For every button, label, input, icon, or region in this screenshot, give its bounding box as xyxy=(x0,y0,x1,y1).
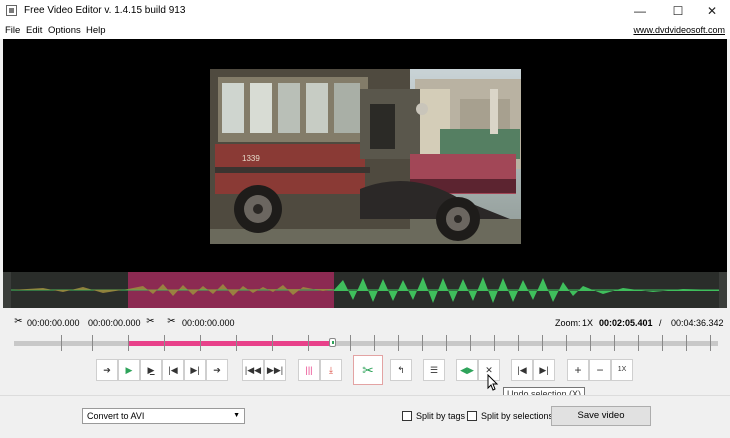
zoom-label: Zoom: xyxy=(555,318,581,328)
play-icon[interactable]: ▶ xyxy=(118,359,140,381)
timeline-tick xyxy=(92,335,93,351)
menu-file[interactable]: File xyxy=(5,25,20,36)
jump-end-icon[interactable]: ▶| xyxy=(533,359,555,381)
format-select[interactable]: Convert to AVI ▼ xyxy=(82,408,245,424)
split-by-selections-checkbox[interactable] xyxy=(467,411,477,421)
audio-waveform[interactable] xyxy=(3,272,727,308)
cut-marker-icon[interactable]: ✂ xyxy=(166,316,177,328)
menu-bar: File Edit Options Help www.dvdvideosoft.… xyxy=(0,22,730,39)
video-frame: 1339 xyxy=(210,69,521,244)
split-markers-icon[interactable]: ||| xyxy=(298,359,320,381)
split-by-tags-label: Split by tags xyxy=(416,411,466,421)
go-to-end-icon[interactable]: ▶▶| xyxy=(264,359,286,381)
menu-edit[interactable]: Edit xyxy=(26,25,42,36)
timeline-tick xyxy=(566,335,567,351)
timeline-tick xyxy=(374,335,375,351)
timeline-selection xyxy=(128,341,332,346)
mouse-cursor-icon xyxy=(487,374,499,391)
selection-end-time: 00:00:00.000 xyxy=(88,318,141,328)
timeline-tick xyxy=(398,335,399,351)
selection-start-time: 00:00:00.000 xyxy=(27,318,80,328)
time-info-row: ✂ 00:00:00.000 00:00:00.000 ✂ ✂ 00:00:00… xyxy=(0,314,730,332)
menu-options[interactable]: Options xyxy=(48,25,81,36)
timeline-tick xyxy=(470,335,471,351)
timeline-tick xyxy=(710,335,711,351)
download-marker-icon[interactable]: ⤓ xyxy=(320,359,342,381)
timeline-tick xyxy=(518,335,519,351)
jump-start-icon[interactable]: |◀ xyxy=(511,359,533,381)
settings-icon[interactable]: ☰ xyxy=(423,359,445,381)
next-frame-icon[interactable]: ▶| xyxy=(184,359,206,381)
split-by-tags-checkbox[interactable] xyxy=(402,411,412,421)
maximize-button[interactable]: ☐ xyxy=(660,0,696,22)
time-separator: / xyxy=(659,318,662,328)
playhead-handle[interactable] xyxy=(329,338,336,347)
timeline-tick xyxy=(542,335,543,351)
timeline-tick xyxy=(422,335,423,351)
arrow-right-icon[interactable]: ➔ xyxy=(206,359,228,381)
go-to-start-icon[interactable]: |◀◀ xyxy=(242,359,264,381)
play-to-end-icon[interactable]: ▶̲ xyxy=(140,359,162,381)
zoom-out-icon[interactable]: − xyxy=(589,359,611,381)
waveform-graph xyxy=(11,277,719,303)
arrow-left-icon[interactable]: ➔ xyxy=(96,359,118,381)
svg-text:1339: 1339 xyxy=(242,154,260,163)
timeline-tick xyxy=(200,335,201,351)
website-link[interactable]: www.dvdvideosoft.com xyxy=(633,25,725,35)
zoom-in-icon[interactable]: + xyxy=(567,359,589,381)
split-by-selections-label: Split by selections xyxy=(481,411,554,421)
close-button[interactable]: ✕ xyxy=(694,0,730,22)
timeline-tick xyxy=(164,335,165,351)
color-selection-icon[interactable]: ◀▶ xyxy=(456,359,478,381)
timeline-tick xyxy=(236,335,237,351)
timeline-tick xyxy=(61,335,62,351)
timeline-tick xyxy=(272,335,273,351)
timeline-track[interactable] xyxy=(14,335,718,351)
cut-scissors-icon[interactable]: ✂ xyxy=(353,355,383,385)
timeline-tick xyxy=(128,335,129,351)
format-select-value: Convert to AVI xyxy=(87,411,145,421)
app-icon xyxy=(6,5,17,16)
chevron-down-icon: ▼ xyxy=(233,412,240,419)
current-time: 00:02:05.401 xyxy=(599,318,653,328)
save-video-button[interactable]: Save video xyxy=(551,406,651,426)
previous-frame-icon[interactable]: |◀ xyxy=(162,359,184,381)
timeline-tick xyxy=(308,335,309,351)
timeline-tick xyxy=(638,335,639,351)
zoom-reset-button[interactable]: 1X xyxy=(611,359,633,381)
timeline-tick xyxy=(590,335,591,351)
timeline-tick xyxy=(662,335,663,351)
selection-start-icon[interactable]: ✂ xyxy=(13,316,24,328)
timeline-tick xyxy=(686,335,687,351)
rotate-icon[interactable]: ↰ xyxy=(390,359,412,381)
title-bar: Free Video Editor v. 1.4.15 build 913 — … xyxy=(0,0,730,22)
timeline-tick xyxy=(614,335,615,351)
minimize-button[interactable]: — xyxy=(622,0,658,22)
zoom-value: 1X xyxy=(582,318,594,328)
total-time: 00:04:36.342 xyxy=(671,318,724,328)
selection-end-icon[interactable]: ✂ xyxy=(145,316,156,328)
video-frame-image: 1339 xyxy=(210,69,521,244)
cut-time: 00:00:00.000 xyxy=(182,318,235,328)
window-title: Free Video Editor v. 1.4.15 build 913 xyxy=(24,5,186,16)
timeline-tick xyxy=(446,335,447,351)
timeline-tick xyxy=(350,335,351,351)
timeline-tick xyxy=(494,335,495,351)
video-preview[interactable]: 1339 xyxy=(3,39,727,272)
menu-help[interactable]: Help xyxy=(86,25,106,36)
